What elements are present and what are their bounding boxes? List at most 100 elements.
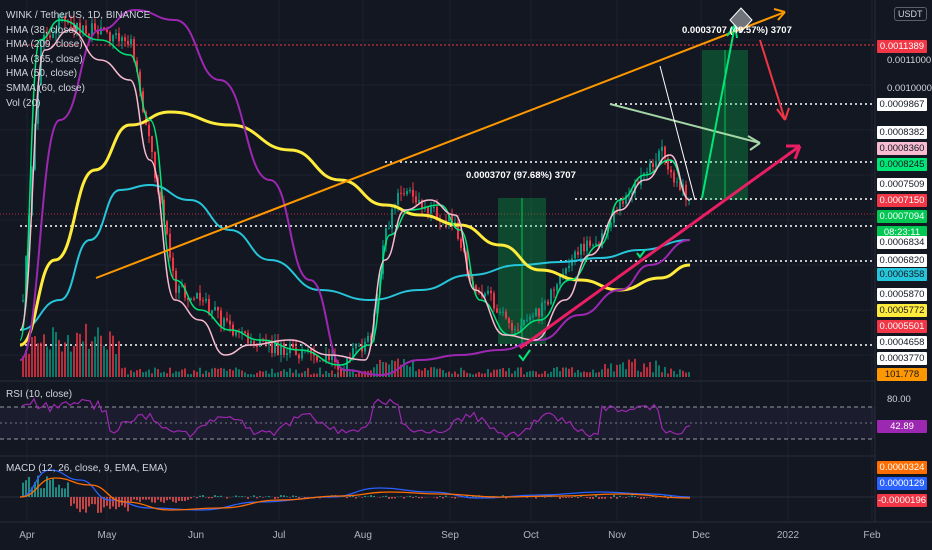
volume-bar: [634, 358, 636, 377]
macd-histogram-bar: [562, 497, 564, 498]
rsi-title[interactable]: RSI (10, close): [6, 389, 72, 400]
volume-bar: [265, 370, 267, 377]
price-axis-label-second: 0.0010000: [887, 83, 932, 94]
x-label-sep: Sep: [441, 530, 459, 541]
macd-histogram-bar: [256, 497, 258, 499]
volume-bar: [565, 367, 567, 377]
volume-bar: [607, 368, 609, 377]
candle-body: [196, 292, 198, 299]
price-axis-label-top: 0.0011000: [887, 55, 932, 66]
candle-body: [658, 150, 660, 161]
volume-bar: [271, 368, 273, 377]
candle-body: [586, 240, 588, 252]
price-tag-13: 0.0005772: [877, 304, 927, 317]
macd-histogram-bar: [286, 496, 288, 497]
rsi-axis-upper: 80.00: [887, 394, 911, 405]
volume-bar: [91, 341, 93, 377]
macd-histogram-bar: [268, 496, 270, 497]
macd-histogram-bar: [385, 495, 387, 497]
macd-histogram-bar: [409, 495, 411, 497]
volume-bar: [604, 363, 606, 377]
macd-histogram-bar: [535, 497, 537, 499]
volume-bar: [649, 362, 651, 377]
macd-histogram-bar: [58, 484, 60, 497]
candle-body: [655, 160, 657, 167]
volume-bar: [64, 342, 66, 377]
volume-bar: [310, 374, 312, 377]
volume-bar: [535, 371, 537, 377]
macd-histogram-bar: [202, 495, 204, 497]
volume-bar: [94, 336, 96, 377]
volume-bar: [304, 371, 306, 377]
legend-hma365[interactable]: HMA (365, close): [6, 53, 150, 68]
candle-body: [340, 369, 342, 372]
volume-bar: [148, 369, 150, 377]
macd-histogram-bar: [613, 495, 615, 497]
candle-body: [661, 146, 663, 151]
volume-bar: [553, 367, 555, 377]
macd-histogram-bar: [412, 497, 414, 498]
legend-symbol[interactable]: WINK / TetherUS, 1D, BINANCE: [6, 9, 150, 24]
macd-histogram-bar: [91, 497, 93, 505]
macd-signal-line: [19, 477, 691, 511]
macd-histogram-bar: [292, 495, 294, 497]
volume-bar: [133, 372, 135, 377]
volume-bar: [667, 373, 669, 377]
macd-histogram-bar: [181, 497, 183, 502]
candle-body: [388, 228, 390, 230]
currency-badge[interactable]: USDT: [894, 7, 927, 21]
volume-bar: [559, 371, 561, 377]
macd-histogram-bar: [139, 497, 141, 502]
volume-bar: [55, 332, 57, 377]
macd-histogram-bar: [421, 497, 423, 499]
candle-body: [673, 172, 675, 183]
legend-hma209[interactable]: HMA (209, close): [6, 38, 150, 53]
legend-hma38[interactable]: HMA (38, close): [6, 24, 150, 39]
volume-bar: [478, 372, 480, 377]
volume-bar: [523, 374, 525, 377]
macd-line: [19, 469, 691, 511]
volume-bar: [145, 371, 147, 377]
volume-bar: [556, 367, 558, 377]
volume-bar: [394, 360, 396, 377]
volume-bar: [469, 373, 471, 377]
volume-bar: [331, 370, 333, 377]
legend-hma50[interactable]: HMA (50, close): [6, 67, 150, 82]
volume-bar: [679, 369, 681, 377]
candle-body: [169, 233, 171, 258]
macd-histogram-bar: [130, 497, 132, 502]
candle-body: [214, 307, 216, 311]
volume-bar: [31, 337, 33, 377]
legend-vol20[interactable]: Vol (20): [6, 97, 150, 112]
macd-histogram-bar: [445, 495, 447, 497]
macd-title[interactable]: MACD (12, 26, close, 9, EMA, EMA): [6, 463, 167, 474]
candle-body: [166, 221, 168, 234]
macd-histogram-bar: [616, 497, 618, 499]
candle-body: [676, 181, 678, 183]
candle-body: [583, 243, 585, 252]
range-annotation-2: 0.0003707 (49.57%) 3707: [682, 25, 792, 36]
volume-bar: [229, 368, 231, 377]
candle-body: [433, 206, 435, 208]
volume-bar: [601, 369, 603, 377]
smma60-line: [19, 183, 691, 331]
macd-histogram-bar: [148, 497, 150, 500]
volume-bar: [157, 369, 159, 377]
trendline-lightgreen-arrow: [747, 135, 761, 151]
candle-body: [178, 285, 180, 293]
candle-body: [148, 124, 150, 137]
candle-body: [286, 353, 288, 355]
candle-body: [202, 300, 204, 302]
candle-body: [298, 354, 300, 359]
volume-bar: [292, 372, 294, 377]
price-tag-0: 0.0011389: [877, 40, 927, 53]
macd-histogram-bar: [97, 497, 99, 513]
volume-bar: [391, 360, 393, 377]
volume-bar: [499, 369, 501, 377]
legend-smma60[interactable]: SMMA (60, close): [6, 82, 150, 97]
price-tag-17: 101.778: [877, 368, 927, 381]
x-label-may: May: [97, 530, 117, 541]
volume-bar: [460, 367, 462, 377]
candle-body: [409, 189, 411, 192]
volume-bar: [286, 371, 288, 377]
